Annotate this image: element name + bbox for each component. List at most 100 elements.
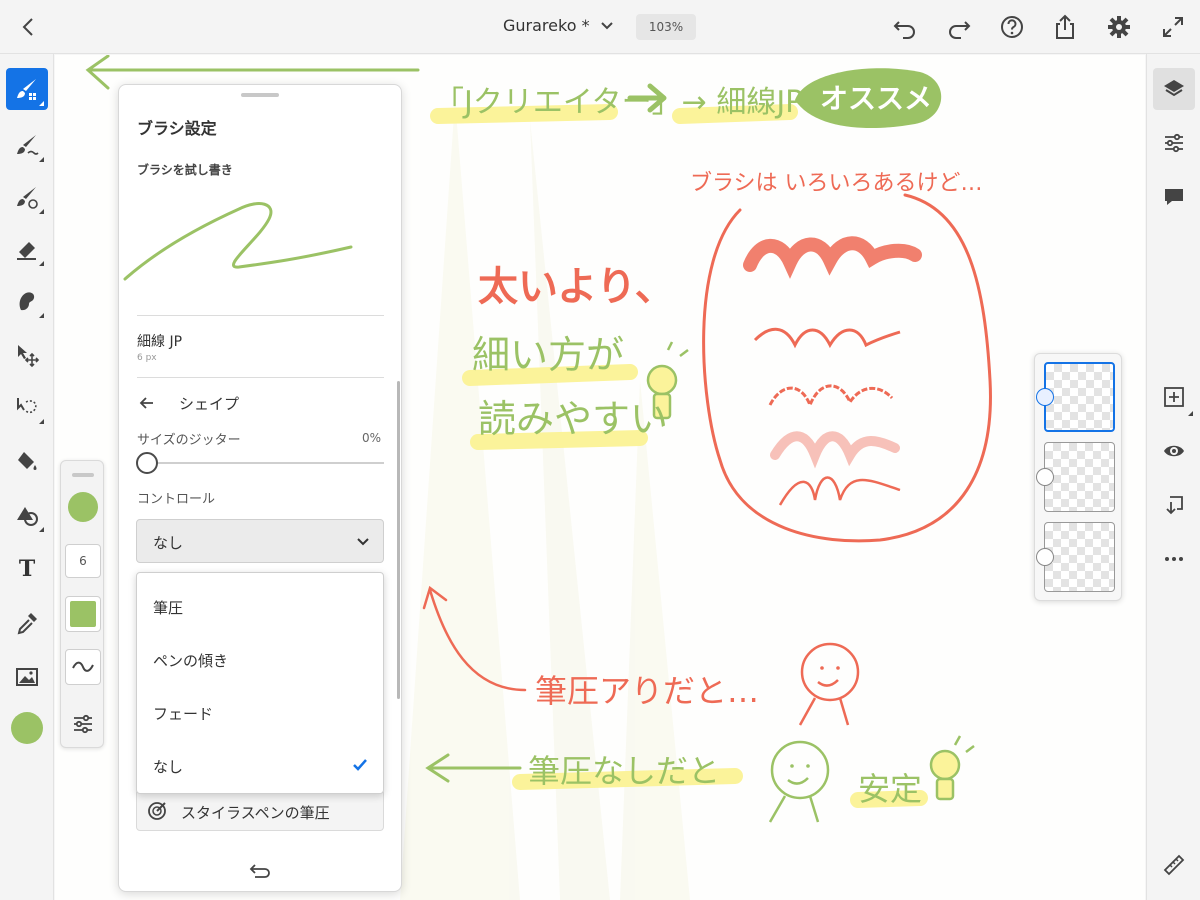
fill-tool[interactable] xyxy=(6,440,48,482)
checkmark-icon xyxy=(353,759,367,771)
eyedropper-tool[interactable] xyxy=(6,602,48,644)
zoom-level[interactable]: 103% xyxy=(636,14,696,40)
text-icon: T xyxy=(18,556,36,582)
comments-button[interactable] xyxy=(1153,176,1195,218)
shapes-tool[interactable] xyxy=(6,494,48,536)
size-jitter-slider-track[interactable] xyxy=(157,462,384,464)
canvas-text-recommend-badge: オススメ xyxy=(820,82,932,115)
ruler-button[interactable] xyxy=(1153,844,1195,886)
back-chevron-icon[interactable] xyxy=(14,12,44,42)
smudge-icon xyxy=(19,292,35,311)
brush-size-text: 6 px xyxy=(137,353,157,363)
control-select[interactable]: なし xyxy=(136,519,384,563)
image-layer-icon xyxy=(1036,548,1054,566)
brush-color-swatch[interactable] xyxy=(65,596,101,632)
place-image-tool[interactable] xyxy=(6,656,48,698)
more-icon xyxy=(1165,557,1183,561)
layers-icon xyxy=(1164,80,1184,97)
help-icon[interactable] xyxy=(998,13,1026,41)
live-brush-tool[interactable] xyxy=(6,124,48,166)
redo-icon[interactable] xyxy=(945,13,973,41)
merge-down-button[interactable] xyxy=(1153,484,1195,526)
more-button[interactable] xyxy=(1153,538,1195,580)
eraser-tool[interactable] xyxy=(6,228,48,270)
size-jitter-slider-knob[interactable] xyxy=(136,452,158,474)
document-title: Gurareko * xyxy=(503,16,590,35)
size-jitter-label: サイズのジッター xyxy=(137,433,241,448)
transform-tool[interactable] xyxy=(6,334,48,376)
canvas-text-thick: 太いより、 xyxy=(478,264,675,310)
panel-title: ブラシ設定 xyxy=(137,119,217,138)
drag-handle[interactable] xyxy=(72,473,94,477)
right-toolbar xyxy=(1146,54,1200,900)
fullscreen-icon[interactable] xyxy=(1159,13,1187,41)
control-option-none[interactable]: なし xyxy=(137,740,383,790)
layer-properties-button[interactable] xyxy=(1153,122,1195,164)
drag-handle[interactable] xyxy=(241,93,279,97)
vector-brush-tool[interactable] xyxy=(6,176,48,218)
stylus-pressure-option[interactable]: スタイラスペンの筆圧 xyxy=(136,789,384,831)
settings-gear-icon[interactable] xyxy=(1105,13,1133,41)
brush-settings-icon[interactable] xyxy=(71,711,95,735)
canvas-text-many-brushes: ブラシは いろいろあるけど… xyxy=(690,171,983,196)
panel-scrollbar[interactable] xyxy=(397,381,400,699)
lasso-select-tool[interactable] xyxy=(6,386,48,428)
divider xyxy=(137,377,384,378)
layers-panel xyxy=(1034,353,1122,601)
test-stroke-label: ブラシを試し書き xyxy=(137,163,233,177)
reset-icon[interactable] xyxy=(249,861,273,881)
smudge-tool[interactable] xyxy=(6,280,48,322)
control-dropdown-list: 筆圧 ペンの傾き フェード なし xyxy=(136,572,384,794)
control-option-pen-tilt[interactable]: ペンの傾き xyxy=(137,634,383,684)
layer-thumbnail-3[interactable] xyxy=(1044,522,1115,592)
brush-name: 細線 JP xyxy=(137,334,183,350)
visibility-eye-icon xyxy=(1164,445,1184,457)
canvas-text-readable: 読みやすい xyxy=(478,397,668,441)
canvas-text-recommend: 「Jクリエイター」→ 細線JP xyxy=(434,85,803,120)
place-image-icon xyxy=(16,668,38,686)
visibility-button[interactable] xyxy=(1153,430,1195,472)
eyedropper-icon xyxy=(17,613,37,635)
size-jitter-value: 0% xyxy=(362,431,382,445)
pixel-brush-icon xyxy=(17,79,36,100)
test-stroke-area[interactable] xyxy=(119,189,403,299)
back-arrow-icon[interactable] xyxy=(137,393,157,413)
control-option-pen-pressure[interactable]: 筆圧 xyxy=(137,581,383,631)
brush-quick-panel: 6 xyxy=(60,460,104,748)
pixel-brush-tool[interactable] xyxy=(6,68,48,110)
top-bar: Gurareko * 103% xyxy=(0,0,1200,54)
add-layer-button[interactable] xyxy=(1153,376,1195,418)
layer-thumbnail-2[interactable] xyxy=(1044,442,1115,512)
brush-color-dot[interactable] xyxy=(68,492,98,522)
brush-preview-button[interactable] xyxy=(65,649,101,685)
transform-icon xyxy=(18,345,40,368)
add-layer-icon xyxy=(1164,387,1184,407)
pixel-layer-icon xyxy=(1036,468,1054,486)
control-select-value: なし xyxy=(153,534,184,552)
shapes-icon xyxy=(17,507,38,526)
eraser-icon xyxy=(17,242,36,260)
brush-size-field[interactable]: 6 xyxy=(65,544,101,578)
chevron-down-icon xyxy=(600,21,613,29)
brush-stroke-icon xyxy=(72,661,94,672)
text-tool[interactable]: T xyxy=(6,548,48,590)
canvas-text-without-pressure: 筆圧なしだと xyxy=(528,752,720,790)
ruler-icon xyxy=(1163,854,1185,876)
layer-properties-icon xyxy=(1165,133,1183,153)
layers-button[interactable] xyxy=(1153,68,1195,110)
lasso-select-icon xyxy=(17,398,37,414)
comments-icon xyxy=(1165,189,1183,205)
share-icon[interactable] xyxy=(1051,13,1079,41)
section-title-shape: シェイプ xyxy=(179,395,240,413)
chevron-down-icon xyxy=(357,538,369,546)
left-toolbar: T xyxy=(0,54,54,900)
document-title-menu[interactable]: Gurareko * xyxy=(503,16,614,35)
divider xyxy=(137,315,384,316)
canvas-text-with-pressure: 筆圧アりだと… xyxy=(535,672,759,710)
current-color-swatch[interactable] xyxy=(11,712,43,744)
stylus-pressure-icon xyxy=(148,802,166,820)
pixel-layer-icon xyxy=(1036,388,1054,406)
control-option-fade[interactable]: フェード xyxy=(137,687,383,737)
undo-icon[interactable] xyxy=(891,13,919,41)
layer-thumbnail-1[interactable] xyxy=(1044,362,1115,432)
